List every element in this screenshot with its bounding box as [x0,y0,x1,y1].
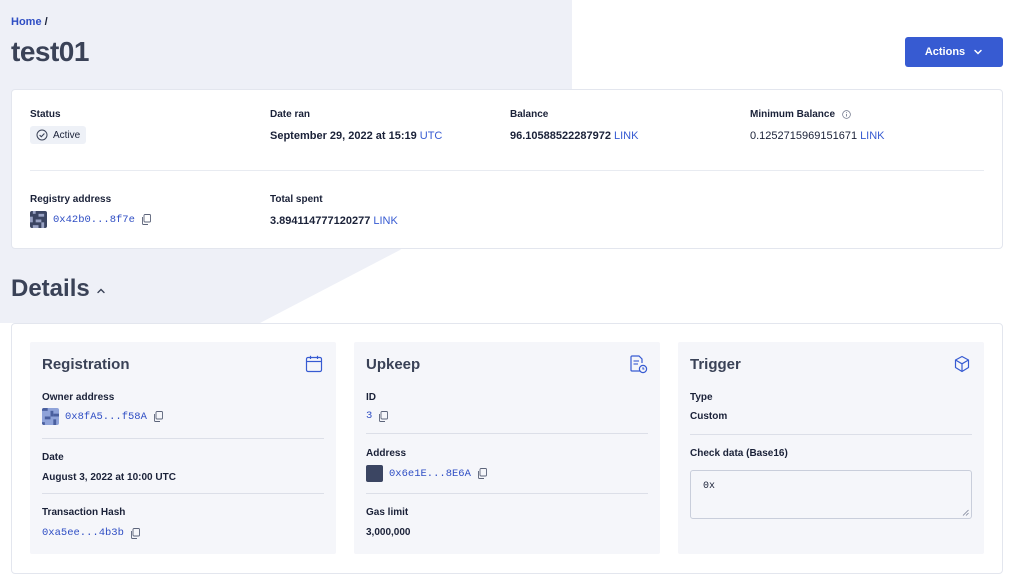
registration-date-value: August 3, 2022 at 10:00 UTC [42,472,176,483]
status-label: Status [30,109,61,120]
owner-address-value[interactable]: 0x8fA5...f58A [65,411,147,423]
date-ran-label: Date ran [270,109,311,120]
upkeep-title: Upkeep [366,356,421,373]
resize-grip-icon[interactable] [962,509,969,516]
minimum-balance-value: 0.1252715969151671 [750,130,858,142]
details-title: Details [11,275,90,302]
upkeep-divider [366,493,648,494]
balance-value: 96.10588522287972 [510,130,611,142]
trigger-type-value: Custom [690,411,728,422]
transaction-hash-value[interactable]: 0xa5ee...4b3b [42,527,124,539]
actions-button-label: Actions [924,46,966,58]
summary-divider [30,170,984,171]
registration-title: Registration [42,356,130,373]
registry-address-field: Registry address 0x42b0...8f7e [30,194,151,228]
chevron-up-icon [97,288,105,294]
date-ran-unit: UTC [419,130,443,142]
registration-divider [42,493,324,494]
date-ran-field: Date ran September 29, 2022 at 15:19 UTC [270,109,442,142]
upkeep-address-label: Address [366,448,407,459]
breadcrumb: Home / [11,16,48,28]
gas-limit-field: Gas limit 3,000,000 [366,507,648,538]
balance-label: Balance [510,109,549,120]
total-spent-value: 3.894114777120277 [270,215,371,227]
upkeep-id-value[interactable]: 3 [366,410,372,422]
status-badge: Active [30,126,87,144]
registry-avatar [30,211,47,228]
details-section: Registration Owner address 0x8fA5...f58A [11,323,1003,574]
trigger-type-label: Type [690,392,713,403]
trigger-title: Trigger [690,356,741,373]
total-spent-unit: LINK [373,215,398,227]
registry-address-label: Registry address [30,194,112,205]
upkeep-address-avatar [366,465,383,482]
breadcrumb-separator: / [44,16,48,28]
check-circle-icon [36,129,48,141]
upkeep-id-label: ID [366,392,376,403]
check-data-textarea[interactable]: 0x [690,470,972,519]
chevron-down-icon [974,49,982,55]
page-title: test01 [11,36,89,67]
upkeep-id-field: ID 3 [366,392,648,422]
balance-unit: LINK [613,130,639,142]
owner-avatar [42,408,59,425]
gas-limit-value: 3,000,000 [366,527,411,538]
minimum-balance-field: Minimum Balance 0.1252715969151671 LINK [750,109,885,142]
upkeep-summary-card: Status Active Date ran September 29, 202… [11,89,1003,249]
copy-icon[interactable] [153,411,163,422]
trigger-panel: Trigger Type Custom Check data (Base16) … [678,342,984,554]
cube-icon [954,355,970,373]
status-field: Status Active [30,109,87,146]
date-ran-value: September 29, 2022 at 15:19 [270,130,417,142]
registration-panel: Registration Owner address 0x8fA5...f58A [30,342,336,554]
actions-button[interactable]: Actions [905,37,1003,67]
upkeep-address-value[interactable]: 0x6e1E...8E6A [389,468,471,480]
upkeep-divider [366,433,648,434]
owner-address-label: Owner address [42,392,115,403]
total-spent-label: Total spent [270,194,323,205]
copy-icon[interactable] [141,214,151,225]
check-data-label: Check data (Base16) [690,448,788,459]
registration-divider [42,438,324,439]
balance-field: Balance 96.10588522287972 LINK [510,109,638,142]
gas-limit-label: Gas limit [366,507,409,518]
owner-address-field: Owner address 0x8fA5...f58A [42,392,324,425]
registration-date-label: Date [42,452,64,463]
transaction-hash-label: Transaction Hash [42,507,126,518]
info-icon[interactable] [842,110,851,119]
status-value: Active [53,129,81,141]
minimum-balance-label: Minimum Balance [750,109,836,120]
registration-date-field: Date August 3, 2022 at 10:00 UTC [42,452,324,483]
registry-address-value[interactable]: 0x42b0...8f7e [53,214,135,226]
minimum-balance-label-wrap: Minimum Balance [750,109,885,120]
document-clock-icon [630,355,648,374]
calendar-icon [305,355,323,373]
transaction-hash-field: Transaction Hash 0xa5ee...4b3b [42,507,324,539]
details-toggle[interactable]: Details [11,275,106,303]
copy-icon[interactable] [130,527,140,539]
minimum-balance-unit: LINK [860,130,885,142]
upkeep-address-field: Address 0x6e1E...8E6A [366,448,648,482]
check-data-value: 0x [703,481,716,492]
check-data-field: Check data (Base16) [690,448,972,459]
breadcrumb-home-link[interactable]: Home [11,16,42,28]
upkeep-panel: Upkeep ID 3 Address 0x6e1E...8E6A Gas li… [354,342,660,554]
trigger-divider [690,434,972,435]
copy-icon[interactable] [378,410,389,422]
total-spent-field: Total spent 3.894114777120277 LINK [270,194,398,227]
copy-icon[interactable] [477,468,487,479]
trigger-type-field: Type Custom [690,392,972,422]
